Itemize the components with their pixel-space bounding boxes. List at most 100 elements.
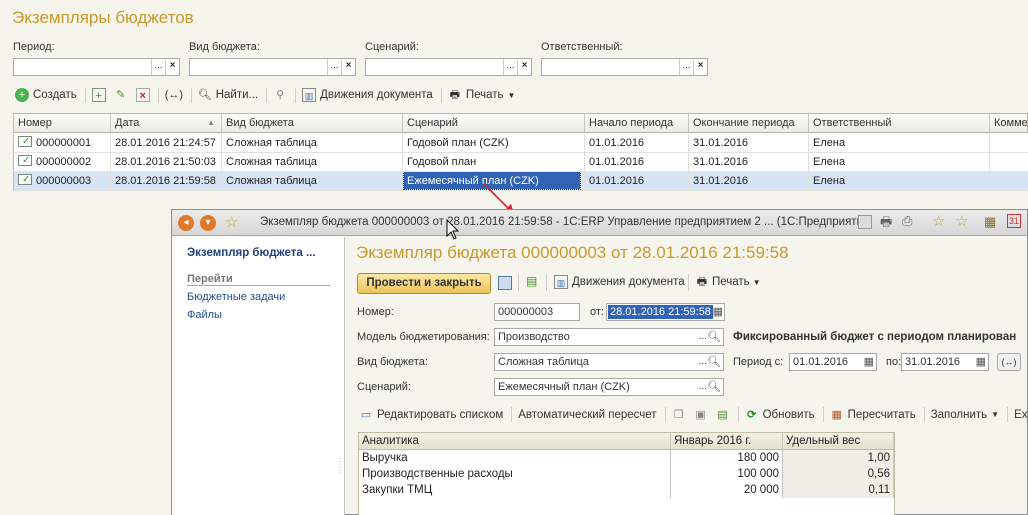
period-field[interactable]: ... × [13,58,180,76]
chevron-down-icon: ▼ [752,277,761,287]
budget-type-select-button[interactable]: ... [327,59,341,75]
period-from-input[interactable]: 01.01.2016 ▦ [789,353,877,371]
column-header-scenario[interactable]: Сценарий [403,114,585,132]
fill-button[interactable]: Заполнить ▼ [931,409,999,421]
scenario-input[interactable]: Ежемесячный план (CZK) ... 🔍︎ [494,378,724,396]
search-icon[interactable]: 🔍︎ [707,379,721,395]
post-document-icon[interactable]: ▤ [526,274,537,288]
refresh-list-button[interactable]: (↔) [165,88,183,102]
cell-number-text: 000000001 [36,137,92,149]
find-button[interactable]: 🔍︎ Найти... [198,88,258,102]
auto-recalc-button[interactable]: Автоматический пересчет [518,409,656,421]
table-row[interactable]: 000000002 28.01.2016 21:50:03 Сложная та… [13,153,1028,172]
responsible-field[interactable]: ... × [541,58,708,76]
scenario-select-button[interactable]: ... [503,59,517,75]
column-header-responsible[interactable]: Ответственный [809,114,990,132]
chevron-down-icon: ▼ [507,90,516,100]
period-select-button[interactable]: ... [151,59,165,75]
responsible-clear-icon[interactable]: × [693,59,707,75]
plus-icon: + [15,88,29,102]
cancel-search-button[interactable]: ⚲ [273,88,287,102]
cell-number-text: 000000002 [36,156,92,168]
calendar-icon[interactable]: ▦ [976,354,986,370]
column-header-comment[interactable]: Комме [990,114,1027,132]
calculator-icon[interactable]: ▦ [984,214,996,230]
save-disk-icon[interactable] [858,215,872,229]
table-row[interactable]: 000000001 28.01.2016 21:24:57 Сложная та… [13,134,1028,153]
copy-button[interactable]: ❐ [672,408,686,422]
scenario-select-button[interactable]: ... [699,379,707,395]
column-header-period-start[interactable]: Начало периода [585,114,689,132]
grid-cell-share: 1,00 [783,450,894,466]
calendar-icon[interactable]: ▦ [713,305,723,318]
nav-link-files[interactable]: Файлы [187,309,222,321]
period-clear-icon[interactable]: × [165,59,179,75]
edit-button[interactable]: ✎ [114,88,128,102]
grid-row[interactable]: Закупки ТМЦ 20 000 0,11 [359,482,894,498]
date-input[interactable]: 28.01.2016 21:59:58 ▦ [606,303,725,321]
recalc-button[interactable]: ▦ Пересчитать [830,408,915,422]
column-header-budget-type[interactable]: Вид бюджета [222,114,403,132]
refresh-button[interactable]: ⟳ Обновить [745,408,815,422]
cell-period-end: 31.01.2016 [689,153,809,171]
grid-toolbar: ▭ Редактировать списком Автоматический п… [359,407,1028,422]
panel-splitter-handle[interactable]: ⋮ ⋮ [336,457,344,475]
edit-list-button[interactable]: ▭ Редактировать списком [359,408,503,422]
add-favorite-icon[interactable]: ☆ [932,212,945,230]
auto-recalc-label: Автоматический пересчет [518,408,657,421]
posted-document-icon [18,172,32,189]
model-input[interactable]: Производство ... 🔍︎ [494,328,724,346]
column-header-period-end[interactable]: Окончание периода [689,114,809,132]
paste-icon: ▣ [695,408,706,421]
search-icon[interactable]: 🔍︎ [707,329,721,345]
column-header-date[interactable]: Дата ▲ [111,114,222,132]
grid-cell-name: Закупки ТМЦ [359,482,671,498]
favorite-star-icon[interactable]: ☆ [225,213,238,231]
grid-row[interactable]: Производственные расходы 100 000 0,56 [359,466,894,482]
table-row-selected[interactable]: 000000003 28.01.2016 21:59:58 Сложная та… [13,172,1028,191]
budget-type-field[interactable]: ... × [189,58,356,76]
period-to-input[interactable]: 31.01.2016 ▦ [901,353,989,371]
menu-dropdown-icon[interactable]: ▾ [200,215,216,231]
paste-button[interactable]: ▣ [694,408,708,422]
budget-type-clear-icon[interactable]: × [341,59,355,75]
preview-icon[interactable]: ⎙ [902,213,912,229]
copy-button[interactable]: + [91,88,106,102]
printer-icon: 🖶︎ [449,89,460,101]
nav-link-budget-tasks[interactable]: Бюджетные задачи [187,291,285,303]
scenario-field[interactable]: ... × [365,58,532,76]
grid-cell-name: Выручка [359,450,671,466]
copy-icon: ❐ [673,408,684,421]
find-label: Найти... [215,89,259,101]
scenario-clear-icon[interactable]: × [517,59,531,75]
save-disk-icon[interactable] [498,276,512,290]
form-print-button[interactable]: 🖶︎ Печать ▼ [695,275,761,289]
doc-movements-button[interactable]: ▥ Движения документа [302,88,433,102]
grid-cell-share: 0,11 [783,482,894,498]
search-icon[interactable]: 🔍︎ [707,354,721,370]
printer-icon[interactable]: 🖶︎ [880,213,892,235]
budget-type-select-button[interactable]: ... [699,354,707,370]
form-doc-movements-button[interactable]: ▥ Движения документа [554,275,685,289]
cell-number: 000000003 [14,172,111,190]
column-header-number[interactable]: Номер [14,114,111,132]
create-button[interactable]: + Создать [15,88,77,102]
grid-row[interactable]: Выручка 180 000 1,00 [359,450,894,466]
calendar-icon[interactable]: ▦ [864,354,874,370]
delete-button[interactable]: × [135,88,150,102]
post-and-close-button[interactable]: Провести и закрыть [357,273,491,294]
back-nav-icon[interactable]: ◂ [178,215,194,231]
paste-add-button[interactable]: ▤ [716,408,730,422]
edit-list-icon: ▭ [360,408,372,421]
calendar-icon[interactable]: 31 [1007,214,1021,228]
scenario-input-value: Ежемесячный план (CZK) [498,381,630,393]
number-input[interactable]: 000000003 [494,303,580,321]
model-select-button[interactable]: ... [699,329,707,345]
print-button[interactable]: 🖶︎ Печать ▼ [448,88,516,102]
budget-type-input[interactable]: Сложная таблица ... 🔍︎ [494,353,724,371]
excel-button[interactable]: Excel ▼ [1014,409,1028,421]
toolbar-separator [190,87,192,103]
favorites-list-icon[interactable]: ☆ [955,212,968,230]
period-shift-button[interactable]: (↔) [997,353,1021,371]
responsible-select-button[interactable]: ... [679,59,693,75]
